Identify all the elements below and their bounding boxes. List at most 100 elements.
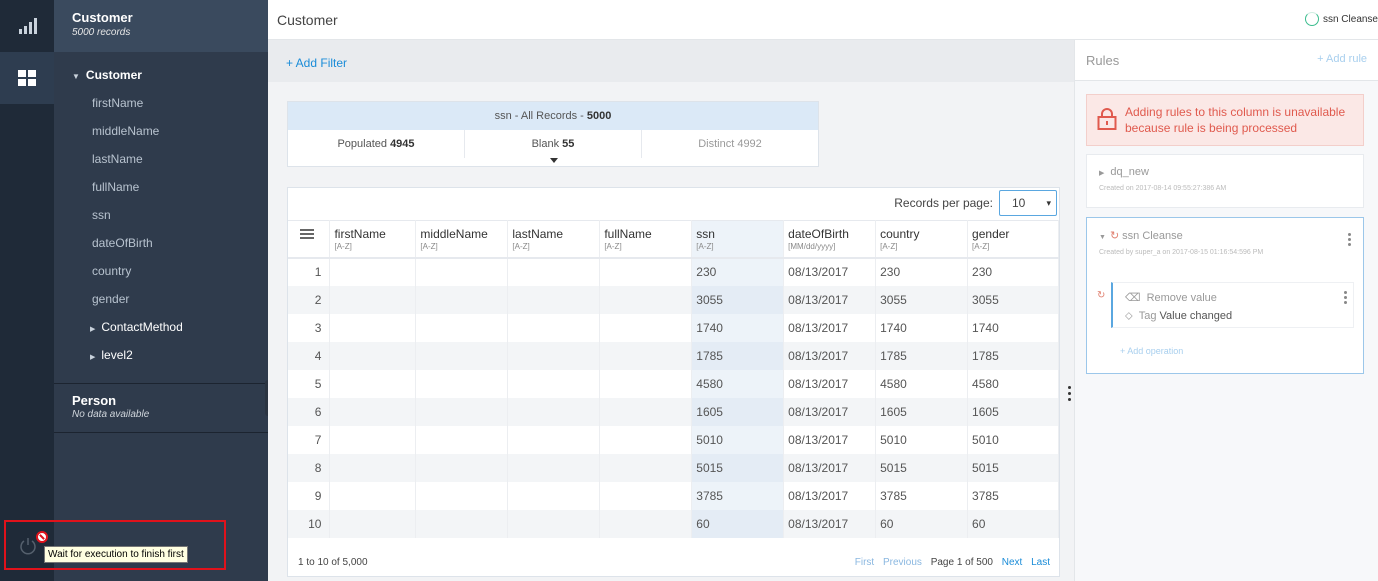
tree-field[interactable]: firstName (54, 89, 268, 117)
table-cell[interactable]: 08/13/2017 (783, 369, 877, 398)
table-cell[interactable] (599, 481, 693, 510)
column-header[interactable]: gender [A-Z] (967, 220, 1059, 259)
table-cell[interactable] (599, 425, 693, 454)
table-cell[interactable] (507, 257, 601, 286)
table-cell[interactable] (329, 397, 417, 426)
table-row[interactable]: 9 3785 08/13/2017 3785 3785 (288, 481, 1059, 510)
add-filter-button[interactable]: + Add Filter (286, 56, 347, 70)
table-cell[interactable] (329, 257, 417, 286)
table-cell[interactable]: 3785 (691, 481, 785, 510)
tree-field[interactable]: gender (54, 285, 268, 313)
table-cell[interactable]: 08/13/2017 (783, 257, 877, 286)
add-operation-button[interactable]: + Add operation (1120, 346, 1183, 356)
tree-group-level2[interactable]: ▶ level2 (54, 341, 268, 369)
grid-nav-button[interactable] (0, 52, 54, 104)
dataset-person[interactable]: Person No data available (54, 383, 268, 433)
table-cell[interactable] (507, 341, 601, 370)
dataset-header[interactable]: Customer 5000 records (54, 0, 268, 52)
table-row[interactable]: 7 5010 08/13/2017 5010 5010 (288, 425, 1059, 454)
table-cell[interactable]: 3785 (967, 481, 1059, 510)
table-cell[interactable] (415, 257, 509, 286)
table-row[interactable]: 8 5015 08/13/2017 5015 5015 (288, 453, 1059, 482)
tree-field[interactable]: dateOfBirth (54, 229, 268, 257)
table-cell[interactable]: 1605 (967, 397, 1059, 426)
table-cell[interactable] (507, 509, 601, 538)
next-page-link[interactable]: Next (1002, 557, 1023, 568)
table-row[interactable]: 10 60 08/13/2017 60 60 (288, 509, 1059, 538)
table-cell[interactable]: 230 (875, 257, 969, 286)
distinct-stat[interactable]: Distinct 4992 (642, 130, 818, 158)
tree-group-contactmethod[interactable]: ▶ ContactMethod (54, 313, 268, 341)
table-cell[interactable]: 3785 (875, 481, 969, 510)
column-header[interactable]: lastName [A-Z] (507, 220, 601, 259)
table-cell[interactable] (507, 397, 601, 426)
table-row[interactable]: 3 1740 08/13/2017 1740 1740 (288, 313, 1059, 342)
rule-card[interactable]: ▶ dq_new Created on 2017-08-14 09:55:27:3… (1086, 154, 1364, 208)
blank-stat[interactable]: Blank 55 (465, 130, 642, 158)
rule-operation[interactable]: ⌫ Remove value ⬦ Tag Value changed (1111, 282, 1354, 328)
stats-nav-button[interactable] (0, 0, 54, 52)
table-cell[interactable] (599, 341, 693, 370)
table-cell[interactable]: 3055 (875, 285, 969, 314)
previous-page-link[interactable]: Previous (883, 557, 922, 568)
table-cell[interactable]: 08/13/2017 (783, 313, 877, 342)
table-cell[interactable] (507, 481, 601, 510)
table-cell[interactable]: 1740 (967, 313, 1059, 342)
tree-field[interactable]: country (54, 257, 268, 285)
table-cell[interactable]: 1740 (875, 313, 969, 342)
table-cell[interactable]: 5010 (875, 425, 969, 454)
table-cell[interactable] (415, 509, 509, 538)
table-cell[interactable]: 4580 (967, 369, 1059, 398)
tree-field[interactable]: lastName (54, 145, 268, 173)
table-cell[interactable] (329, 509, 417, 538)
tree-root-customer[interactable]: ▼ Customer (54, 61, 268, 89)
table-cell[interactable]: 08/13/2017 (783, 285, 877, 314)
table-cell[interactable] (415, 313, 509, 342)
first-page-link[interactable]: First (855, 557, 874, 568)
table-cell[interactable] (599, 313, 693, 342)
table-cell[interactable]: 3055 (967, 285, 1059, 314)
table-cell[interactable] (415, 425, 509, 454)
table-row[interactable]: 6 1605 08/13/2017 1605 1605 (288, 397, 1059, 426)
table-cell[interactable]: 230 (691, 257, 785, 286)
table-cell[interactable] (599, 369, 693, 398)
table-cell[interactable]: 08/13/2017 (783, 509, 877, 538)
table-cell[interactable] (329, 313, 417, 342)
column-header[interactable]: ssn [A-Z] (691, 220, 785, 259)
table-cell[interactable] (507, 285, 601, 314)
table-cell[interactable]: 08/13/2017 (783, 341, 877, 370)
records-per-page-select[interactable]: 10 (999, 190, 1057, 216)
table-cell[interactable] (415, 453, 509, 482)
table-cell[interactable]: 5015 (691, 453, 785, 482)
table-cell[interactable] (599, 285, 693, 314)
tree-field[interactable]: middleName (54, 117, 268, 145)
table-cell[interactable]: 08/13/2017 (783, 397, 877, 426)
table-cell[interactable] (415, 397, 509, 426)
table-cell[interactable]: 08/13/2017 (783, 453, 877, 482)
table-cell[interactable] (415, 341, 509, 370)
rule-card-active[interactable]: ▼ ↻ ssn Cleanse Created by super_a on 2017… (1086, 217, 1364, 374)
table-cell[interactable] (507, 313, 601, 342)
table-cell[interactable]: 1785 (967, 341, 1059, 370)
panel-resize-handle[interactable] (1068, 386, 1071, 401)
tree-field[interactable]: fullName (54, 173, 268, 201)
table-cell[interactable] (329, 341, 417, 370)
table-cell[interactable]: 5015 (967, 453, 1059, 482)
table-cell[interactable]: 3055 (691, 285, 785, 314)
table-cell[interactable] (507, 453, 601, 482)
table-cell[interactable] (507, 369, 601, 398)
column-header[interactable]: country [A-Z] (875, 220, 969, 259)
column-header[interactable]: fullName [A-Z] (599, 220, 693, 259)
operation-menu-icon[interactable] (1344, 291, 1347, 309)
table-cell[interactable]: 5010 (967, 425, 1059, 454)
table-cell[interactable]: 5015 (875, 453, 969, 482)
table-cell[interactable] (329, 285, 417, 314)
table-cell[interactable] (329, 453, 417, 482)
power-icon[interactable] (18, 536, 38, 556)
table-cell[interactable]: 08/13/2017 (783, 425, 877, 454)
last-page-link[interactable]: Last (1031, 557, 1050, 568)
column-header[interactable]: dateOfBirth [MM/dd/yyyy] (783, 220, 877, 259)
table-cell[interactable] (507, 425, 601, 454)
tree-field[interactable]: ssn (54, 201, 268, 229)
table-cell[interactable] (329, 481, 417, 510)
